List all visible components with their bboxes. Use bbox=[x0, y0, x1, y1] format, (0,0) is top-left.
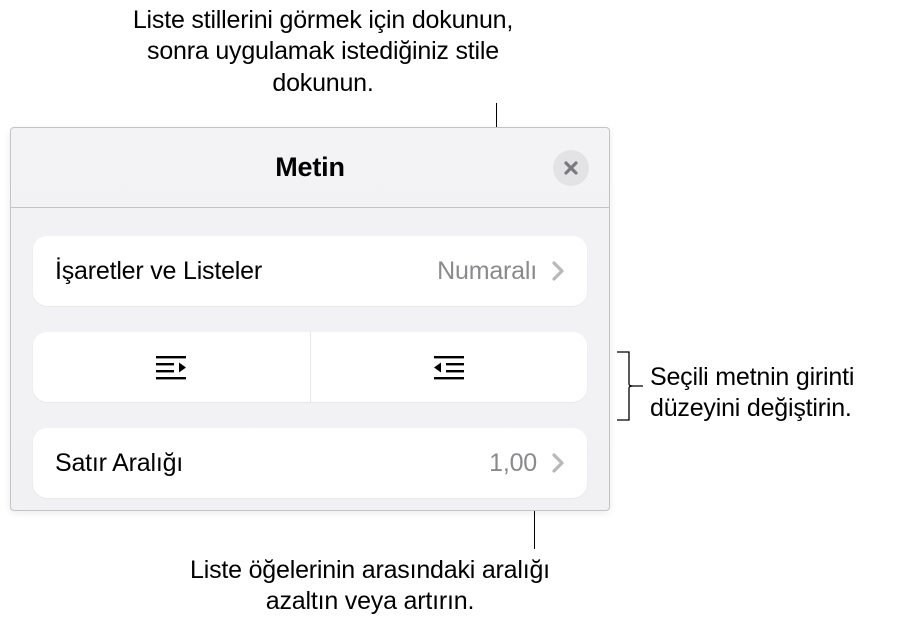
line-spacing-value: 1,00 bbox=[489, 449, 537, 478]
line-spacing-card: Satır Aralığı 1,00 bbox=[33, 428, 587, 498]
callout-indent-level: Seçili metnin girinti düzeyini değiştiri… bbox=[650, 362, 910, 425]
line-spacing-row[interactable]: Satır Aralığı 1,00 bbox=[33, 428, 587, 498]
increase-indent-button[interactable] bbox=[310, 332, 588, 402]
decrease-indent-icon bbox=[153, 353, 189, 381]
panel-title: Metin bbox=[275, 152, 345, 183]
bullets-lists-row[interactable]: İşaretler ve Listeler Numaralı bbox=[33, 236, 587, 306]
callout-list-styles: Liste stillerini görmek için dokunun, so… bbox=[108, 5, 538, 99]
callout-line-spacing: Liste öğelerinin arasındaki aralığı azal… bbox=[190, 555, 550, 618]
indent-card bbox=[33, 332, 587, 402]
bullets-lists-card: İşaretler ve Listeler Numaralı bbox=[33, 236, 587, 306]
bullets-lists-value: Numaralı bbox=[437, 257, 537, 286]
bullets-lists-label: İşaretler ve Listeler bbox=[55, 257, 437, 286]
increase-indent-icon bbox=[431, 353, 467, 381]
panel-body: İşaretler ve Listeler Numaralı bbox=[11, 208, 609, 498]
close-button[interactable] bbox=[553, 150, 589, 186]
chevron-right-icon bbox=[551, 260, 565, 282]
callout-bracket-right bbox=[615, 350, 645, 422]
line-spacing-label: Satır Aralığı bbox=[55, 449, 489, 478]
decrease-indent-button[interactable] bbox=[33, 332, 310, 402]
chevron-right-icon bbox=[551, 452, 565, 474]
close-icon bbox=[564, 161, 578, 175]
panel-header: Metin bbox=[11, 128, 609, 208]
text-format-panel: Metin İşaretler ve Listeler Numaralı bbox=[10, 127, 610, 511]
indent-row bbox=[33, 332, 587, 402]
